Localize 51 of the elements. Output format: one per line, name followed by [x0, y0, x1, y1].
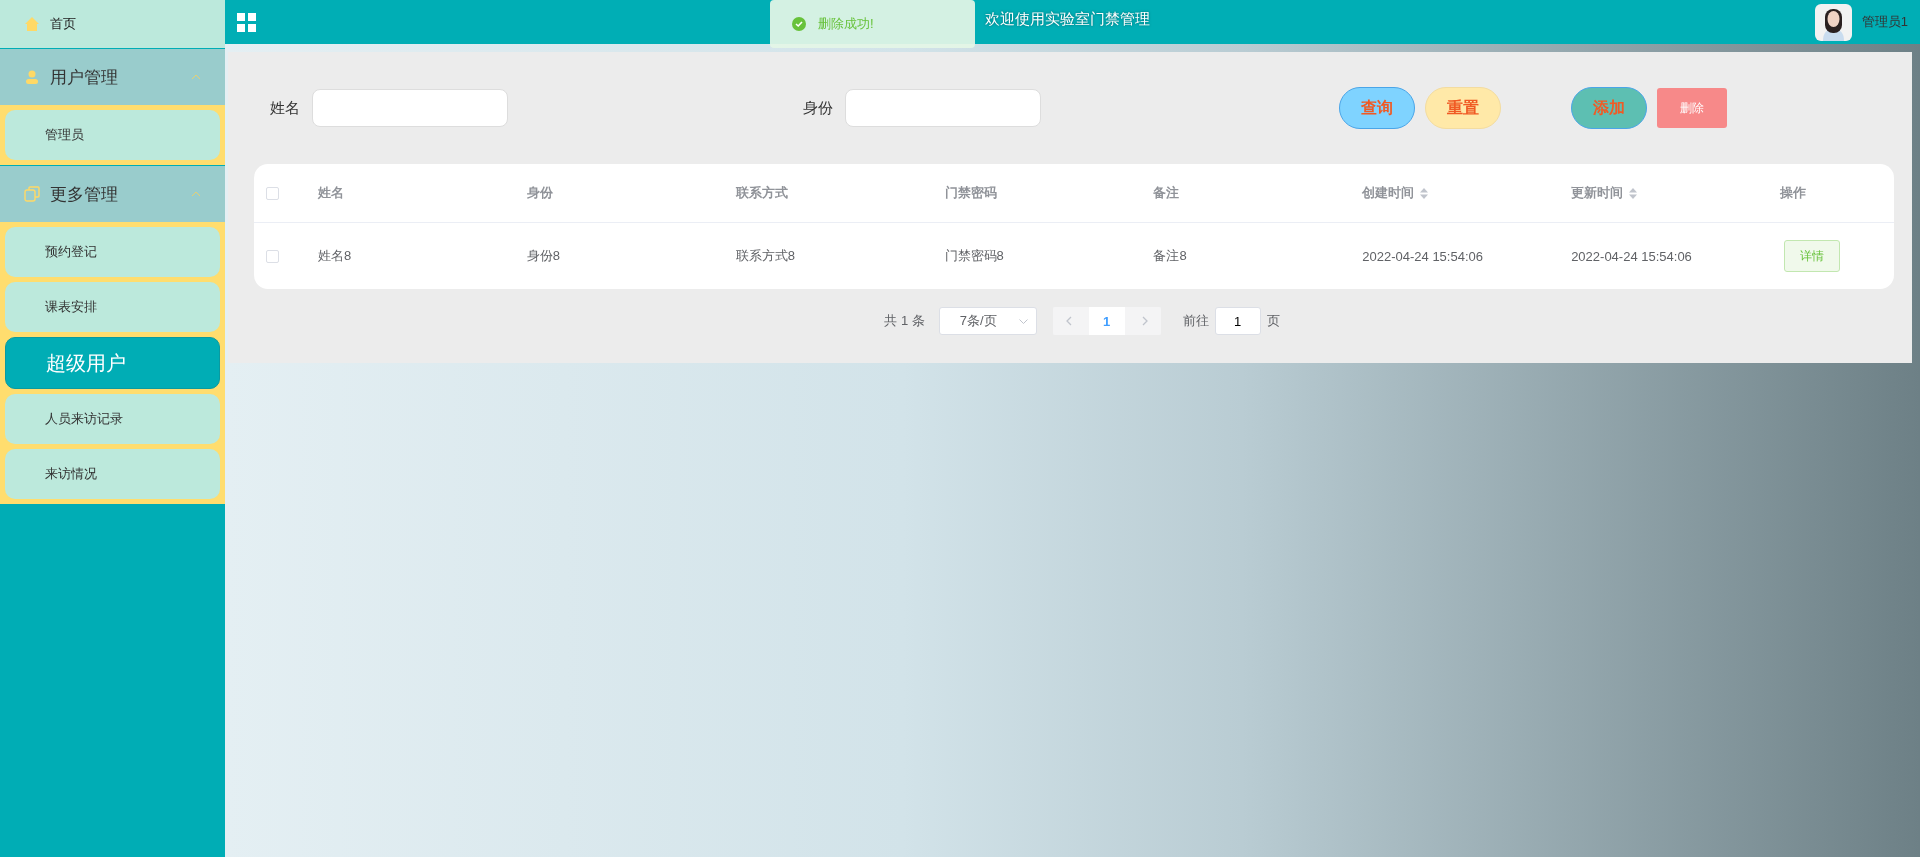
- grid-menu-icon[interactable]: [237, 12, 256, 32]
- table-cell: 姓名8: [318, 248, 352, 263]
- column-header: 门禁密码: [944, 184, 997, 202]
- caret-icon: [191, 74, 201, 80]
- table-cell: 联系方式8: [735, 248, 795, 263]
- field-label: 身份: [803, 98, 833, 118]
- sort-icon[interactable]: [1420, 187, 1429, 199]
- menu-group-header[interactable]: 用户管理: [0, 49, 225, 105]
- copy-icon: [24, 186, 40, 202]
- chevron-down-icon: [1018, 318, 1028, 324]
- app-title: 欢迎使用实验室门禁管理: [985, 10, 1150, 29]
- row-checkbox[interactable]: [266, 249, 279, 263]
- sidebar-item[interactable]: 管理员: [5, 110, 220, 160]
- column-header: 身份: [526, 184, 553, 202]
- table-cell: 备注8: [1153, 248, 1187, 263]
- table-cell: 2022-04-24 15:54:06: [1362, 248, 1483, 264]
- page-size-select[interactable]: 7条/页: [938, 307, 1037, 335]
- check-circle-icon: [792, 17, 806, 31]
- user-icon: [24, 69, 40, 85]
- chevron-right-icon: [1141, 316, 1148, 326]
- menu-label: 用户管理: [50, 66, 119, 89]
- sidebar-item[interactable]: 课表安排: [5, 282, 220, 332]
- page-suffix: 页: [1266, 312, 1280, 330]
- user-name[interactable]: 管理员1: [1861, 13, 1908, 31]
- menu-label: 更多管理: [50, 183, 119, 206]
- table-cell: 门禁密码8: [944, 248, 1004, 263]
- column-header: 备注: [1153, 184, 1180, 202]
- toast-text: 删除成功!: [818, 15, 874, 33]
- home-icon: [24, 16, 40, 32]
- goto-label: 前往: [1182, 312, 1209, 330]
- select-all-checkbox[interactable]: [266, 186, 279, 200]
- avatar[interactable]: [1814, 3, 1852, 41]
- input-field[interactable]: [312, 89, 508, 127]
- sidebar-item[interactable]: 人员来访记录: [5, 394, 220, 444]
- total-count: 共 1 条: [884, 312, 925, 330]
- column-header: 联系方式: [735, 184, 788, 202]
- sidebar-item[interactable]: 预约登记: [5, 227, 220, 277]
- sort-icon[interactable]: [1629, 187, 1638, 199]
- column-header: 操作: [1780, 184, 1806, 202]
- chevron-left-icon: [1065, 316, 1072, 326]
- input-field[interactable]: [845, 89, 1041, 127]
- table-cell: 2022-04-24 15:54:06: [1571, 248, 1692, 264]
- caret-icon: [191, 191, 201, 197]
- menu-group-header[interactable]: 更多管理: [0, 166, 225, 222]
- page-input[interactable]: 1: [1214, 307, 1261, 335]
- sidebar-item[interactable]: 首页: [0, 0, 225, 48]
- field-label: 姓名: [270, 98, 300, 118]
- column-header: 姓名: [318, 184, 344, 202]
- menu-label: 首页: [50, 15, 76, 33]
- table-cell: 身份8: [526, 248, 561, 263]
- sidebar-item[interactable]: 来访情况: [5, 449, 220, 499]
